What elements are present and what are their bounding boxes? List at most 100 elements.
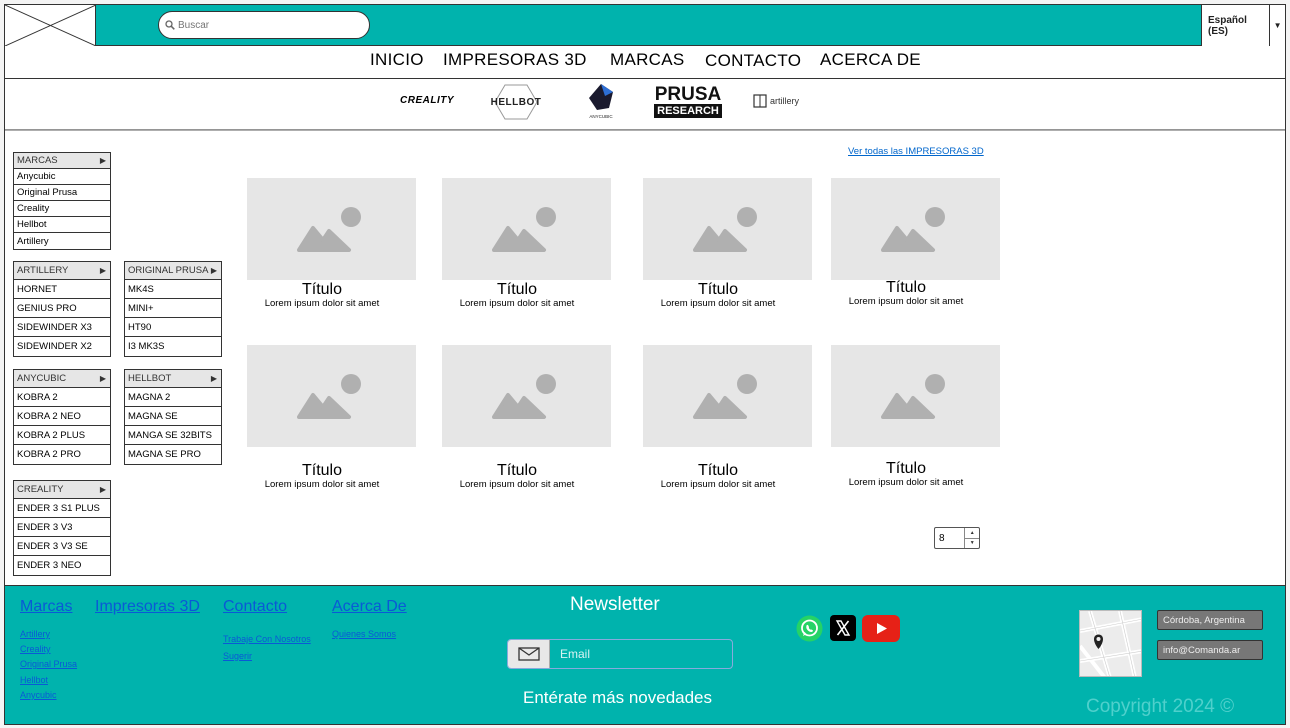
menu-item[interactable]: MAGNA SE <box>125 407 221 426</box>
brand-logo-prusa[interactable]: PRUSA RESEARCH <box>654 85 722 119</box>
brand-logos-strip: CREALITY HELLBOT ANYCUBIC PRUSA RESEARCH <box>5 80 1285 130</box>
youtube-icon[interactable] <box>862 615 900 642</box>
footer: Marcas Artillery Creality Original Prusa… <box>5 585 1285 724</box>
product-card[interactable]: Título Lorem ipsum dolor sit amet <box>247 178 417 309</box>
footer-contacto-heading[interactable]: Contacto <box>223 598 287 616</box>
image-placeholder-icon <box>297 374 361 419</box>
menu-item[interactable]: Artillery <box>14 233 110 249</box>
menu-hellbot-header[interactable]: HELLBOT ▶ <box>125 370 221 388</box>
menu-marcas-header[interactable]: MARCAS ▶ <box>14 153 110 169</box>
menu-creality-header[interactable]: CREALITY ▶ <box>14 481 110 499</box>
menu-item[interactable]: ENDER 3 NEO <box>14 556 110 575</box>
anycubic-cube-icon: ANYCUBIC <box>589 84 613 119</box>
nav-contacto[interactable]: CONTACTO <box>705 51 801 71</box>
stepper-buttons: ▲ ▼ <box>964 528 979 548</box>
caret-right-icon: ▶ <box>99 374 106 383</box>
footer-impresoras-heading[interactable]: Impresoras 3D <box>95 598 200 616</box>
email-input[interactable] <box>550 640 730 668</box>
menu-anycubic-header[interactable]: ANYCUBIC ▶ <box>14 370 110 388</box>
menu-artillery-header[interactable]: ARTILLERY ▶ <box>14 262 110 280</box>
search-input[interactable] <box>178 19 358 31</box>
menu-marcas: MARCAS ▶ Anycubic Original Prusa Creality… <box>13 152 111 250</box>
menu-item[interactable]: I3 MK3S <box>125 337 221 356</box>
menu-marcas-title: MARCAS <box>17 155 58 166</box>
chevron-down-icon[interactable]: ▼ <box>1269 5 1285 46</box>
stepper-down-icon[interactable]: ▼ <box>965 539 979 549</box>
whatsapp-icon[interactable] <box>796 615 823 642</box>
menu-item[interactable]: SIDEWINDER X2 <box>14 337 110 356</box>
caret-right-icon: ▶ <box>210 266 217 275</box>
menu-item[interactable]: ENDER 3 S1 PLUS <box>14 499 110 518</box>
product-title: Título <box>697 281 738 298</box>
menu-item[interactable]: MAGNA SE PRO <box>125 445 221 464</box>
footer-acerca-heading[interactable]: Acerca De <box>332 598 407 616</box>
menu-item[interactable]: KOBRA 2 PRO <box>14 445 110 464</box>
newsletter-form <box>507 639 733 669</box>
menu-item[interactable]: MANGA SE 32BITS <box>125 426 221 445</box>
footer-link[interactable]: Hellbot <box>20 675 48 685</box>
image-placeholder-icon <box>693 374 757 419</box>
x-twitter-icon[interactable] <box>830 615 856 641</box>
footer-link[interactable]: Anycubic <box>20 690 57 700</box>
stepper-up-icon[interactable]: ▲ <box>965 528 979 539</box>
menu-item[interactable]: Anycubic <box>14 169 110 185</box>
menu-item[interactable]: HT90 <box>125 318 221 337</box>
nav-marcas[interactable]: MARCAS <box>610 50 685 70</box>
newsletter-subtitle: Entérate más novedades <box>523 688 713 707</box>
brand-logo-hellbot[interactable]: HELLBOT <box>491 82 541 122</box>
map-thumbnail[interactable] <box>1079 610 1142 677</box>
product-card[interactable]: Título Lorem ipsum dolor sit amet <box>643 178 813 309</box>
product-desc: Lorem ipsum dolor sit amet <box>459 479 575 490</box>
product-card[interactable]: Título Lorem ipsum dolor sit amet <box>831 178 1001 307</box>
see-all-link[interactable]: Ver todas las IMPRESORAS 3D <box>848 146 984 157</box>
location-label: Córdoba, Argentina <box>1157 610 1263 630</box>
menu-item[interactable]: KOBRA 2 NEO <box>14 407 110 426</box>
nav-inicio[interactable]: INICIO <box>370 50 424 70</box>
product-card[interactable]: Título Lorem ipsum dolor sit amet <box>643 345 813 490</box>
footer-link[interactable]: Original Prusa <box>20 659 77 669</box>
nav-impresoras[interactable]: IMPRESORAS 3D <box>443 50 587 70</box>
menu-item[interactable]: KOBRA 2 <box>14 388 110 407</box>
menu-item[interactable]: MINI+ <box>125 299 221 318</box>
caret-right-icon: ▶ <box>99 156 106 165</box>
image-placeholder <box>442 178 611 280</box>
menu-item[interactable]: SIDEWINDER X3 <box>14 318 110 337</box>
brand-logo-anycubic[interactable]: ANYCUBIC <box>583 82 619 120</box>
footer-marcas-heading[interactable]: Marcas <box>20 598 72 616</box>
product-desc: Lorem ipsum dolor sit amet <box>848 296 964 307</box>
brand-logo-creality[interactable]: CREALITY <box>397 92 457 108</box>
menu-item[interactable]: KOBRA 2 PLUS <box>14 426 110 445</box>
menu-item[interactable]: Hellbot <box>14 217 110 233</box>
menu-item[interactable]: ENDER 3 V3 <box>14 518 110 537</box>
footer-link[interactable]: Creality <box>20 644 51 654</box>
product-title: Título <box>496 462 537 479</box>
menu-item[interactable]: GENIUS PRO <box>14 299 110 318</box>
top-bar: Español (ES) ▼ <box>4 4 1285 47</box>
menu-item[interactable]: Original Prusa <box>14 185 110 201</box>
footer-link[interactable]: Artillery <box>20 629 50 639</box>
map-pin-icon <box>1080 611 1141 676</box>
logo-placeholder[interactable] <box>4 4 97 47</box>
footer-link[interactable]: Trabaje Con Nosotros <box>223 634 311 644</box>
footer-link[interactable]: Quienes Somos <box>332 629 396 639</box>
brand-logo-artillery[interactable]: artillery <box>745 92 807 110</box>
product-card[interactable]: Título Lorem ipsum dolor sit amet <box>247 345 417 490</box>
product-card[interactable]: Título Lorem ipsum dolor sit amet <box>442 178 612 309</box>
product-card[interactable]: Título Lorem ipsum dolor sit amet <box>831 345 1001 488</box>
newsletter-title: Newsletter <box>570 594 660 615</box>
language-select[interactable]: Español (ES) ▼ <box>1201 5 1285 46</box>
product-card[interactable]: Título Lorem ipsum dolor sit amet <box>442 345 612 490</box>
footer-link[interactable]: Sugerir <box>223 651 252 661</box>
divider <box>5 129 1285 131</box>
menu-item[interactable]: ENDER 3 V3 SE <box>14 537 110 556</box>
menu-prusa-header[interactable]: ORIGINAL PRUSA ▶ <box>125 262 221 280</box>
caret-right-icon: ▶ <box>99 485 106 494</box>
menu-item[interactable]: MK4S <box>125 280 221 299</box>
items-per-page-stepper[interactable]: 8 ▲ ▼ <box>934 527 980 549</box>
envelope-icon <box>508 640 550 668</box>
menu-item[interactable]: MAGNA 2 <box>125 388 221 407</box>
search-bar[interactable] <box>158 11 370 39</box>
menu-item[interactable]: HORNET <box>14 280 110 299</box>
menu-item[interactable]: Creality <box>14 201 110 217</box>
nav-acerca[interactable]: ACERCA DE <box>820 50 921 70</box>
